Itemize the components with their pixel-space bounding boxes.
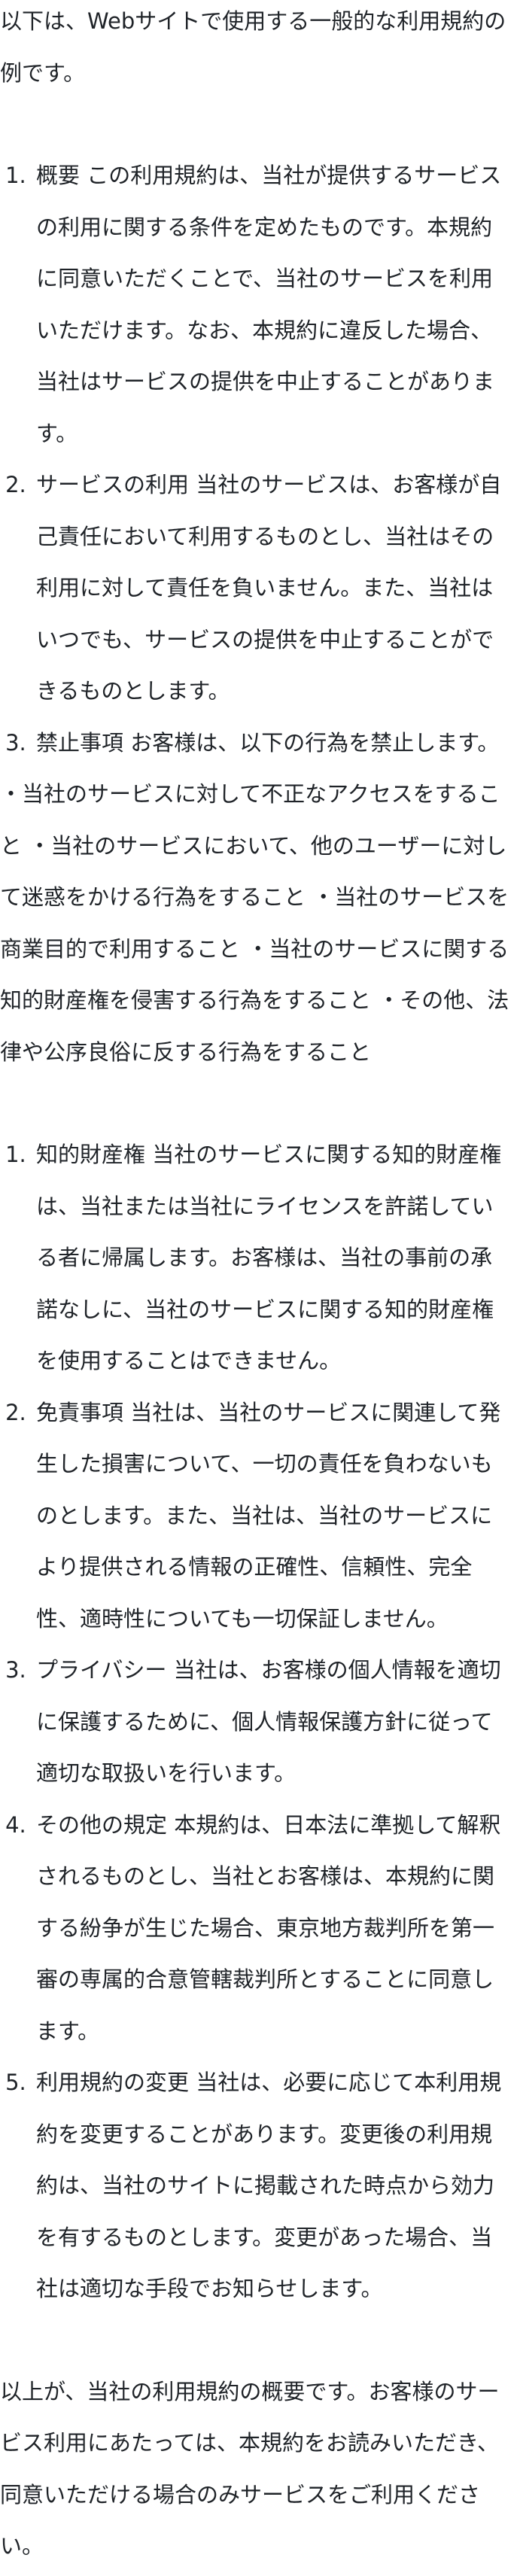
terms-item-privacy: プライバシー 当社は、お客様の個人情報を適切に保護するために、個人情報保護方針に… [33,1644,509,1799]
terms-item-disclaimer: 免責事項 当社は、当社のサービスに関連して発生した損害について、一切の責任を負わ… [33,1387,509,1645]
intro-paragraph: 以下は、Webサイトで使用する一般的な利用規約の例です。 [0,8,506,86]
terms-item-other-provisions: その他の規定 本規約は、日本法に準拠して解釈されるものとし、当社とお客様は、本規… [33,1799,509,2057]
terms-item-intellectual-property: 知的財産権 当社のサービスに関する知的財産権は、当社または当社にライセンスを許諾… [33,1129,509,1387]
terms-item-changes: 利用規約の変更 当社は、必要に応じて本利用規約を変更することがあります。変更後の… [33,2057,509,2315]
closing-paragraph: 以上が、当社の利用規約の概要です。お客様のサービス利用にあたっては、本規約をお読… [0,2378,500,2559]
terms-item-prohibited: 禁止事項 お客様は、以下の行為を禁止します。 [33,717,509,769]
terms-document: 以下は、Webサイトで使用する一般的な利用規約の例です。 概要 この利用規約は、… [0,0,517,2572]
terms-list-part-1: 概要 この利用規約は、当社が提供するサービスの利用に関する条件を定めたものです。… [0,150,509,768]
terms-item-overview: 概要 この利用規約は、当社が提供するサービスの利用に関する条件を定めたものです。… [33,150,509,459]
prohibited-actions-paragraph: ・当社のサービスに対して不正なアクセスをすること ・当社のサービスにおいて、他の… [0,781,509,1065]
terms-list-part-2: 知的財産権 当社のサービスに関する知的財産権は、当社または当社にライセンスを許諾… [0,1129,509,2315]
terms-item-service-use: サービスの利用 当社のサービスは、お客様が自己責任において利用するものとし、当社… [33,459,509,717]
